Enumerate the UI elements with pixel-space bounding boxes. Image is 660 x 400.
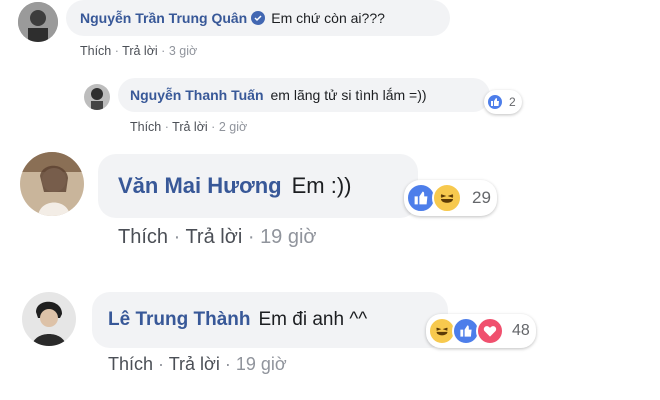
comment-actions: Thích · Trả lời · 2 giờ <box>130 120 248 134</box>
reply-link[interactable]: Trả lời <box>172 120 208 134</box>
timestamp[interactable]: 19 giờ <box>236 354 287 374</box>
timestamp[interactable]: 19 giờ <box>260 226 316 248</box>
comment-bubble: Nguyễn Trần Trung Quân Em chứ còn ai??? <box>66 0 450 36</box>
haha-reaction-icon <box>432 183 462 213</box>
reactions-summary[interactable]: 2 <box>484 90 522 114</box>
reply-link[interactable]: Trả lời <box>122 44 158 58</box>
reactions-summary[interactable]: 29 <box>404 180 497 216</box>
reply-link[interactable]: Trả lời <box>169 354 220 374</box>
like-reaction-icon <box>486 93 504 111</box>
comment-author[interactable]: Lê Trung Thành <box>108 309 251 331</box>
comment-bubble: Văn Mai Hương Em :)) <box>98 154 418 218</box>
timestamp[interactable]: 2 giờ <box>219 120 247 134</box>
comment-author[interactable]: Văn Mai Hương <box>118 173 282 199</box>
comment-author[interactable]: Nguyễn Trần Trung Quân <box>80 10 247 26</box>
avatar-photo-icon <box>84 84 110 110</box>
avatar-photo-icon <box>20 152 84 216</box>
verified-badge-icon <box>251 11 266 25</box>
reply-link[interactable]: Trả lời <box>185 226 242 248</box>
comment-actions: Thích · Trả lời · 19 giờ <box>118 226 317 248</box>
comment-author[interactable]: Nguyễn Thanh Tuấn <box>130 87 264 103</box>
like-link[interactable]: Thích <box>80 44 111 58</box>
avatar-photo-icon <box>18 2 58 42</box>
comment-bubble: Nguyễn Thanh Tuấn em lãng tử si tình lắm… <box>118 78 490 112</box>
comment-actions: Thích · Trả lời · 3 giờ <box>80 44 198 58</box>
comment-actions: Thích · Trả lời · 19 giờ <box>108 354 287 374</box>
avatar[interactable] <box>20 152 84 216</box>
reaction-count: 2 <box>509 95 516 109</box>
reaction-count: 48 <box>512 322 530 339</box>
reactions-summary[interactable]: 48 <box>426 314 536 348</box>
comment-bubble: Lê Trung Thành Em đi anh ^^ <box>92 292 448 348</box>
comment-text: Em chứ còn ai??? <box>271 10 385 26</box>
like-link[interactable]: Thích <box>130 120 161 134</box>
like-link[interactable]: Thích <box>108 354 153 374</box>
comment-text: em lãng tử si tình lắm =)) <box>270 87 427 103</box>
love-reaction-icon <box>476 317 504 345</box>
comment-text: Em :)) <box>291 173 352 198</box>
avatar-photo-icon <box>22 292 76 346</box>
like-link[interactable]: Thích <box>118 226 168 248</box>
avatar[interactable] <box>84 84 110 110</box>
avatar[interactable] <box>18 2 58 42</box>
reaction-count: 29 <box>472 188 491 207</box>
avatar[interactable] <box>22 292 76 346</box>
comment-text: Em đi anh ^^ <box>258 309 368 330</box>
timestamp[interactable]: 3 giờ <box>169 44 197 58</box>
